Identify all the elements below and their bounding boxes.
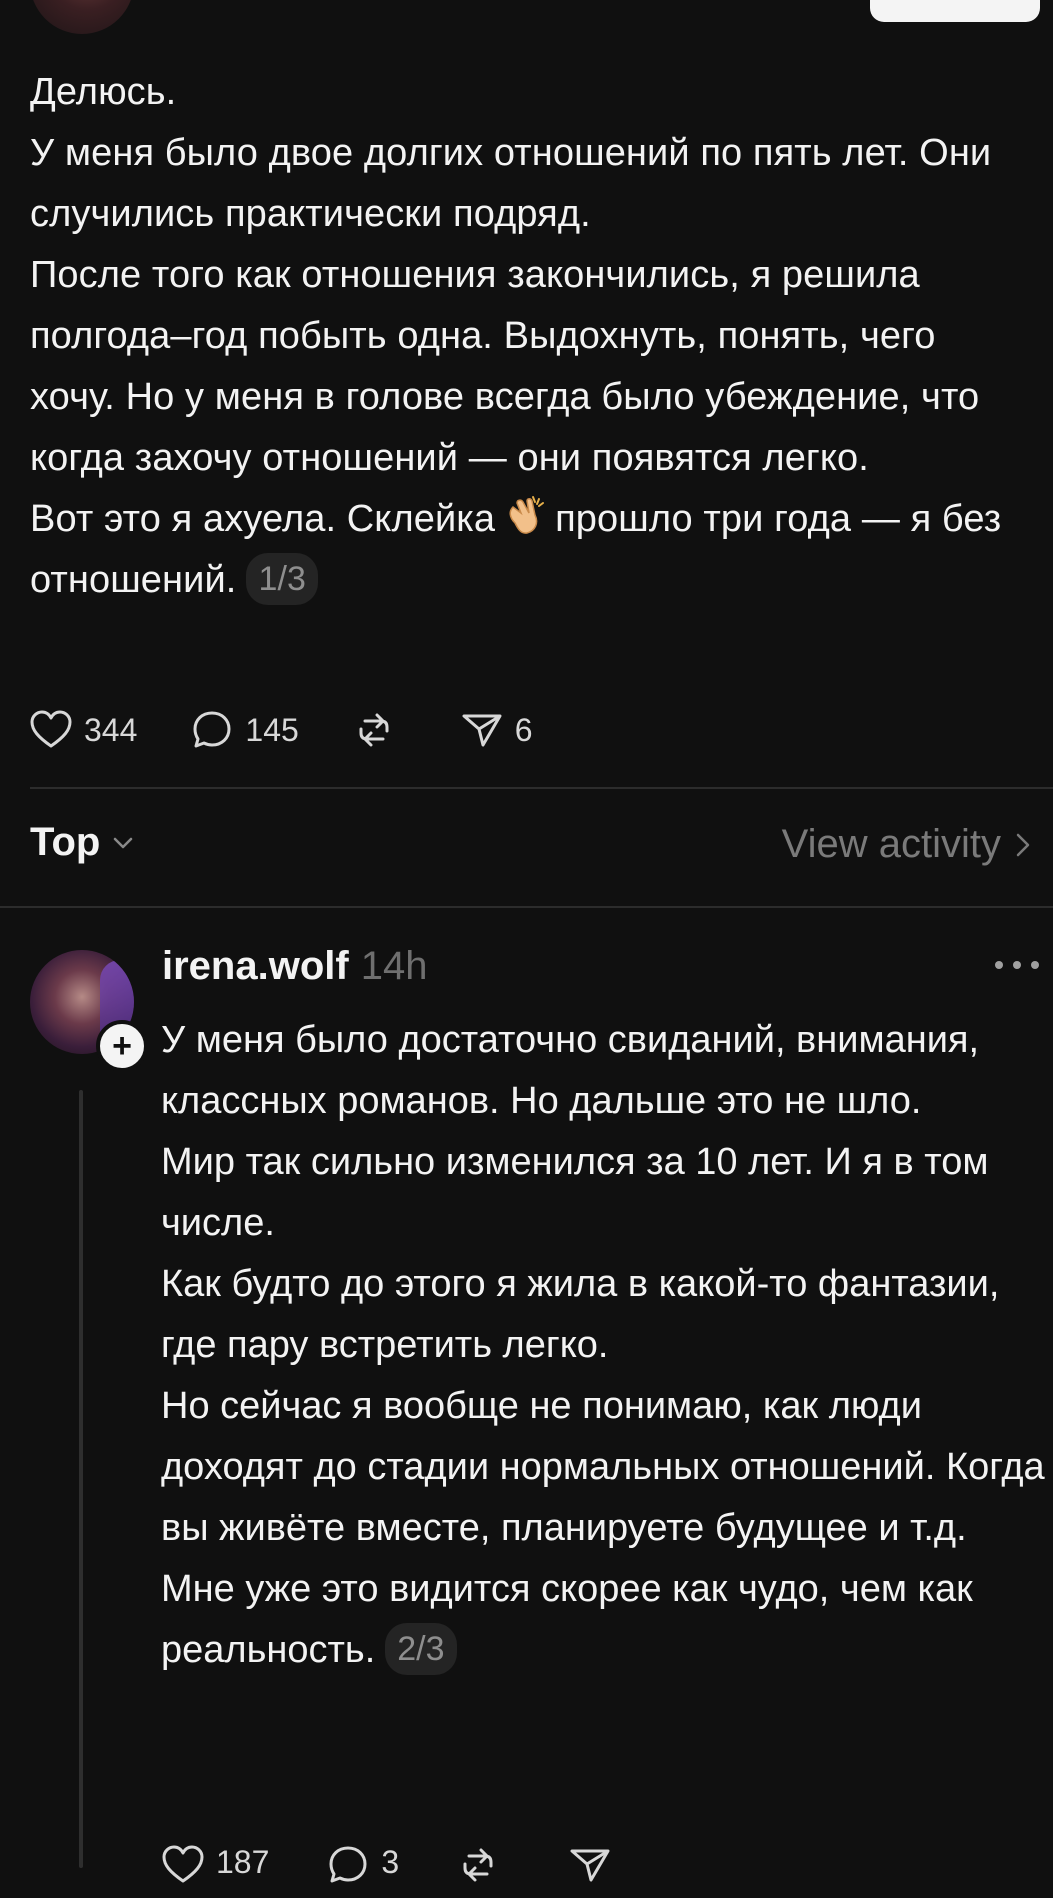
- reply-like-button[interactable]: 187: [160, 1838, 269, 1888]
- sort-dropdown[interactable]: Top: [30, 820, 138, 865]
- reply-paragraph: Мир так сильно изменился за 10 лет. И я …: [161, 1141, 989, 1244]
- reply-timestamp: 14h: [360, 944, 428, 988]
- repost-icon: [359, 713, 389, 747]
- thread-line: [79, 1090, 83, 1868]
- reply-paragraph: Как будто до этого я жила в какой-то фан…: [161, 1263, 1000, 1366]
- comment-button[interactable]: 145: [189, 707, 299, 753]
- reply-body: У меня было достаточно свиданий, внимани…: [161, 1010, 1053, 1681]
- heart-icon: [30, 710, 72, 748]
- share-button[interactable]: 6: [459, 707, 533, 753]
- sort-label: Top: [30, 820, 101, 864]
- comment-icon: [193, 711, 231, 748]
- reply-share-button[interactable]: [567, 1838, 623, 1888]
- comment-icon: [329, 1846, 367, 1883]
- reply-username[interactable]: irena.wolf: [162, 944, 349, 989]
- comment-count: 145: [245, 711, 299, 748]
- reply-paragraph: Но сейчас я вообще не понимаю, как люди …: [161, 1385, 1045, 1549]
- divider: [30, 787, 1053, 789]
- repost-icon: [463, 1848, 493, 1882]
- clapping-hands-icon: [509, 496, 545, 534]
- view-activity-label: View activity: [781, 822, 1001, 866]
- heart-icon: [162, 1845, 204, 1883]
- view-activity-link[interactable]: View activity: [782, 822, 1037, 867]
- share-count: 6: [514, 711, 533, 748]
- post-body: Делюсь. У меня было двое долгих отношени…: [30, 62, 1030, 611]
- more-options-icon[interactable]: [995, 955, 1039, 975]
- post-paragraph: У меня было двое долгих отношений по пят…: [30, 132, 992, 235]
- follow-button[interactable]: [870, 0, 1040, 22]
- section-divider: [0, 906, 1053, 908]
- repost-button[interactable]: [351, 707, 407, 753]
- author-avatar[interactable]: [30, 0, 134, 34]
- page-indicator: 1/3: [246, 553, 319, 605]
- chevron-down-icon: [114, 837, 133, 848]
- reply-page-indicator: 2/3: [385, 1623, 457, 1675]
- reply-paragraph: У меня было достаточно свиданий, внимани…: [161, 1019, 980, 1122]
- reply-actions: 187 3: [160, 1838, 679, 1898]
- reply-paragraph-last: Мне уже это видится скорее как чудо, чем…: [161, 1559, 1053, 1681]
- reply-like-count: 187: [216, 1844, 270, 1880]
- post-text-before-emoji: Вот это я ахуела. Склейка: [30, 498, 496, 540]
- send-icon: [570, 1849, 610, 1882]
- chevron-right-icon: [1016, 833, 1030, 856]
- post-paragraph: После того как отношения закончились, я …: [30, 254, 980, 479]
- reply-last-line: Мне уже это видится скорее как чудо, чем…: [161, 1568, 973, 1671]
- post-paragraph-last: Вот это я ахуела. Склейка прошло три год…: [30, 489, 1030, 611]
- like-button[interactable]: 344: [28, 707, 137, 753]
- reply-comment-count: 3: [381, 1844, 400, 1880]
- post-actions: 344 145 6: [28, 700, 585, 760]
- post-paragraph: Делюсь.: [30, 71, 177, 113]
- send-icon: [462, 714, 502, 747]
- reply-header: irena.wolf 14h: [162, 944, 427, 989]
- reply-repost-button[interactable]: [455, 1838, 511, 1888]
- reply-comment-button[interactable]: 3: [325, 1838, 399, 1888]
- like-count: 344: [84, 711, 138, 748]
- follow-plus-icon[interactable]: +: [96, 1020, 148, 1072]
